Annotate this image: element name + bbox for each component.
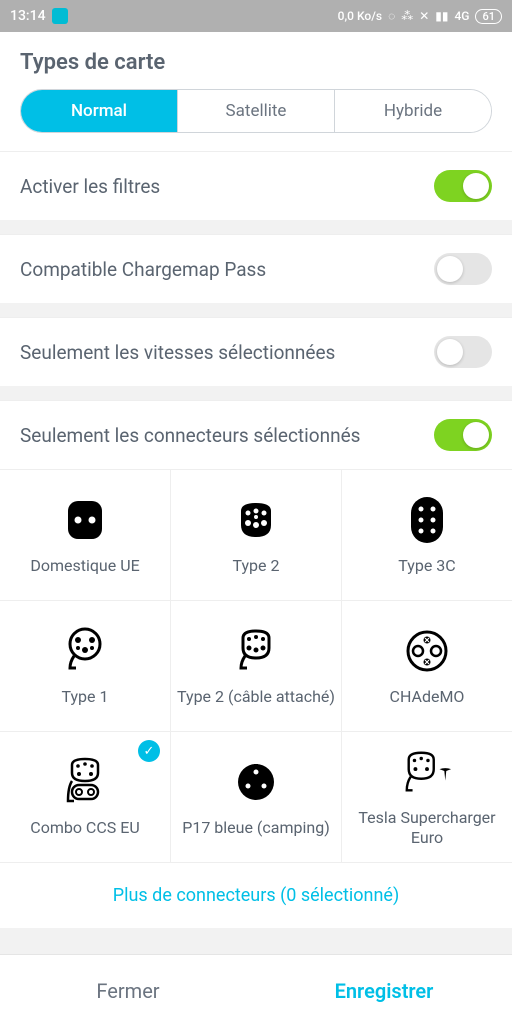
- plug-tesla-icon: [401, 746, 453, 798]
- tab-hybride[interactable]: Hybride: [335, 90, 491, 132]
- check-icon: ✓: [138, 740, 160, 762]
- plug-domestique-icon: [59, 494, 111, 546]
- connector-grid: Domestique UE Type 2 Type 3C Type 1 Typ: [0, 469, 512, 862]
- page-title: Types de carte: [0, 32, 512, 89]
- save-button[interactable]: Enregistrer: [256, 955, 512, 1027]
- connector-label: P17 bleue (camping): [182, 818, 330, 838]
- row-connectors: Seulement les connecteurs sélectionnés: [0, 400, 512, 469]
- plug-ccs-icon: [59, 756, 111, 808]
- label-chargemap-pass: Compatible Chargemap Pass: [20, 258, 266, 281]
- plug-type3c-icon: [401, 494, 453, 546]
- connector-type2[interactable]: Type 2: [171, 470, 341, 600]
- connector-combo-ccs[interactable]: ✓ Combo CCS EU: [0, 732, 170, 862]
- toggle-speeds[interactable]: [434, 336, 492, 368]
- tab-satellite[interactable]: Satellite: [178, 90, 335, 132]
- bluetooth-icon: ⁂: [401, 9, 413, 23]
- connector-label: Type 2: [233, 556, 280, 576]
- connector-label: Type 2 (câble attaché): [177, 687, 335, 707]
- status-time: 13:14: [10, 8, 46, 24]
- connector-domestique-ue[interactable]: Domestique UE: [0, 470, 170, 600]
- plug-chademo-icon: [401, 625, 453, 677]
- connector-label: Domestique UE: [30, 556, 139, 576]
- connector-type3c[interactable]: Type 3C: [342, 470, 512, 600]
- network-label: 4G: [454, 9, 469, 23]
- row-speeds: Seulement les vitesses sélectionnées: [0, 317, 512, 386]
- label-speeds: Seulement les vitesses sélectionnées: [20, 341, 335, 364]
- battery-indicator: 61: [475, 9, 502, 24]
- connector-p17[interactable]: P17 bleue (camping): [171, 732, 341, 862]
- status-net: 0,0 Ko/s: [338, 9, 382, 23]
- status-bar: 13:14 0,0 Ko/s ◌ ⁂ ✕ ▮▮ 4G 61: [0, 0, 512, 32]
- label-connectors: Seulement les connecteurs sélectionnés: [20, 424, 360, 447]
- connector-label: Type 3C: [398, 556, 455, 576]
- footer: Fermer Enregistrer: [0, 954, 512, 1027]
- more-connectors-link: Plus de connecteurs (0 sélectionné): [113, 885, 399, 906]
- plug-type2-cable-icon: [230, 625, 282, 677]
- connector-label: Tesla Supercharger Euro: [348, 808, 506, 848]
- connector-label: CHAdeMO: [390, 687, 465, 707]
- label-enable-filters: Activer les filtres: [20, 175, 160, 198]
- connector-type2-cable[interactable]: Type 2 (câble attaché): [171, 601, 341, 731]
- signal-icon: ▮▮: [435, 9, 448, 23]
- mute-icon: ✕: [419, 9, 429, 23]
- more-connectors-row[interactable]: Plus de connecteurs (0 sélectionné): [0, 862, 512, 928]
- connector-tesla[interactable]: Tesla Supercharger Euro: [342, 732, 512, 862]
- toggle-enable-filters[interactable]: [434, 170, 492, 202]
- plug-p17-icon: [230, 756, 282, 808]
- close-button[interactable]: Fermer: [0, 955, 256, 1027]
- toggle-chargemap-pass[interactable]: [434, 253, 492, 285]
- row-enable-filters: Activer les filtres: [0, 151, 512, 220]
- plug-type1-icon: [59, 625, 111, 677]
- connector-chademo[interactable]: CHAdeMO: [342, 601, 512, 731]
- app-icon: [52, 8, 68, 24]
- plug-type2-icon: [230, 494, 282, 546]
- map-type-tabs: Normal Satellite Hybride: [20, 89, 492, 133]
- connector-type1[interactable]: Type 1: [0, 601, 170, 731]
- connector-label: Combo CCS EU: [30, 818, 139, 838]
- wifi-icon: ◌: [388, 9, 395, 23]
- connector-label: Type 1: [62, 687, 109, 707]
- toggle-connectors[interactable]: [434, 419, 492, 451]
- row-chargemap-pass: Compatible Chargemap Pass: [0, 234, 512, 303]
- tab-normal[interactable]: Normal: [21, 90, 178, 132]
